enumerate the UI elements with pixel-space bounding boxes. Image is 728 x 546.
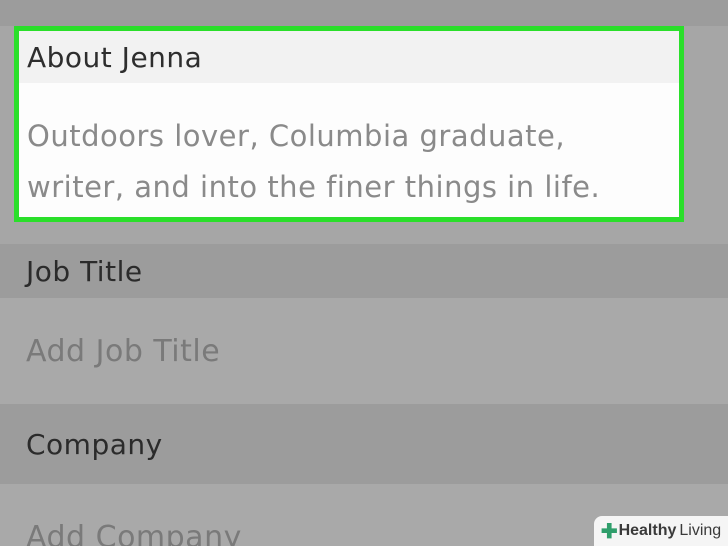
about-text-field[interactable]: Outdoors lover, Columbia graduate, write… bbox=[27, 111, 669, 213]
top-strip bbox=[0, 0, 728, 26]
company-input-placeholder: Add Company bbox=[26, 520, 242, 546]
job-title-input[interactable]: Add Job Title bbox=[0, 298, 728, 404]
job-title-label: Job Title bbox=[0, 244, 728, 298]
watermark-brand-light: Living bbox=[679, 522, 722, 539]
healthy-living-watermark: ✚ Healthy Living bbox=[594, 516, 728, 546]
plus-icon: ✚ bbox=[600, 520, 618, 543]
profile-edit-screen: { "about": { "label": "About Jenna", "te… bbox=[0, 0, 728, 546]
about-section-label: About Jenna bbox=[19, 31, 679, 83]
about-section-highlighted: About Jenna Outdoors lover, Columbia gra… bbox=[14, 26, 684, 222]
watermark-brand-bold: Healthy bbox=[618, 522, 677, 539]
company-label: Company bbox=[0, 404, 728, 484]
